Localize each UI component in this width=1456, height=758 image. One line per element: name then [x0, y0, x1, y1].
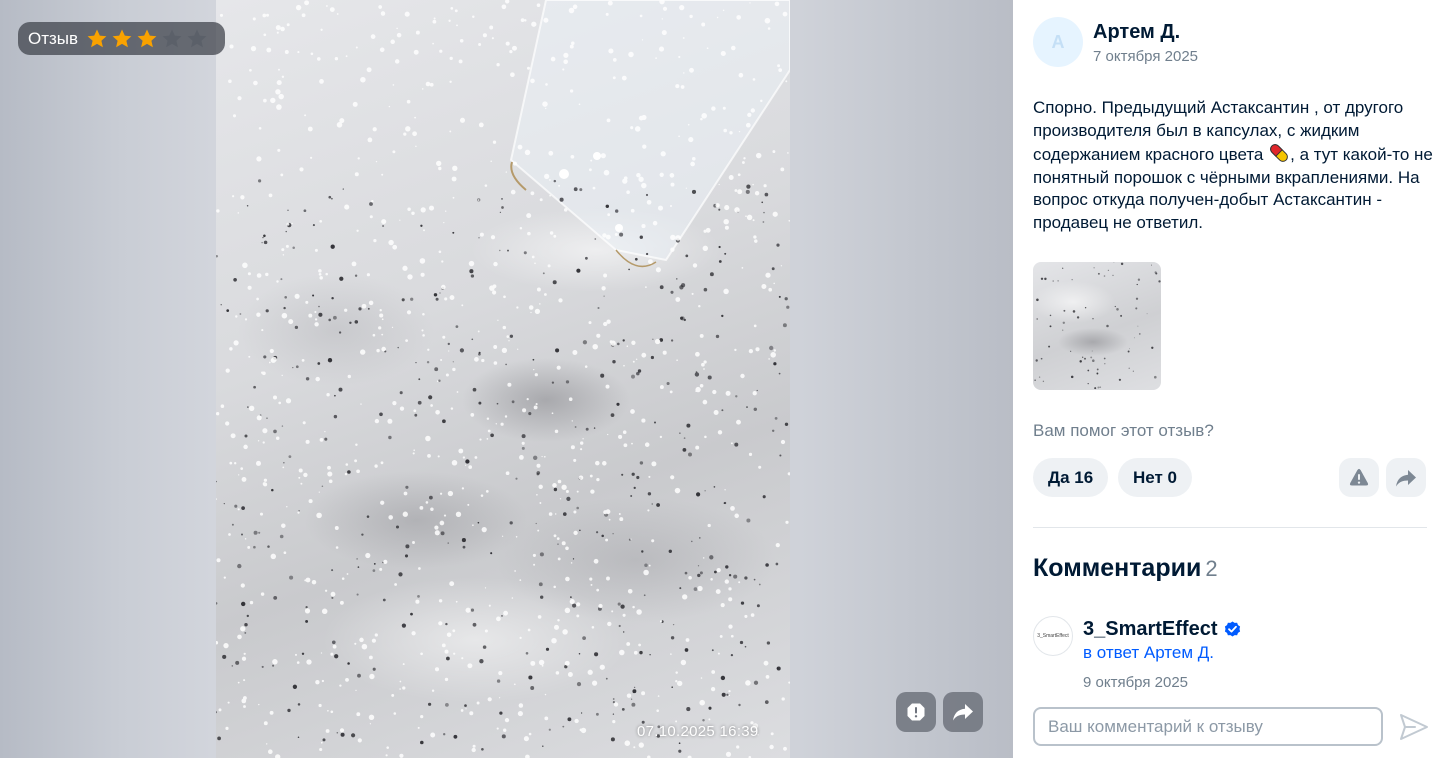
photo-timestamp: 07.10.2025 16:39	[637, 723, 759, 740]
comment-input[interactable]	[1033, 707, 1383, 746]
send-icon	[1400, 714, 1428, 740]
star-filled-icon	[112, 29, 132, 47]
share-review-button[interactable]	[1386, 458, 1426, 497]
star-rating	[86, 28, 208, 50]
author-name[interactable]: Артем Д.	[1093, 21, 1198, 44]
media-viewer: Отзыв 07.10.2025 16:39	[0, 0, 1013, 758]
review-author: А Артем Д. 7 октября 2025	[1033, 17, 1198, 67]
media-actions	[896, 692, 983, 732]
comments-count: 2	[1205, 556, 1218, 581]
comment-avatar[interactable]: 3_SmartEffect	[1033, 616, 1073, 656]
reply-to-link[interactable]: в ответ Артем Д.	[1083, 643, 1214, 663]
share-button[interactable]	[943, 692, 983, 732]
helpful-yes-button[interactable]: Да 16	[1033, 458, 1109, 497]
author-meta: Артем Д. 7 октября 2025	[1093, 21, 1198, 65]
review-photo-thumbnail[interactable]	[1033, 262, 1161, 390]
pill-icon	[1270, 144, 1289, 163]
rating-badge: Отзыв	[18, 22, 225, 55]
report-button[interactable]	[896, 692, 936, 732]
rating-label: Отзыв	[28, 28, 79, 48]
divider	[1033, 527, 1427, 528]
star-empty-icon	[162, 29, 182, 47]
share-icon	[1396, 469, 1416, 486]
send-comment-button[interactable]	[1394, 707, 1434, 747]
review-date: 7 октября 2025	[1093, 48, 1198, 65]
comment-date: 9 октября 2025	[1083, 674, 1188, 691]
avatar[interactable]: А	[1033, 17, 1083, 67]
verified-icon	[1224, 621, 1240, 637]
helpful-no-button[interactable]: Нет 0	[1118, 458, 1193, 497]
star-filled-icon	[137, 29, 157, 47]
powder-texture	[216, 0, 790, 758]
review-panel: А Артем Д. 7 октября 2025 Спорно. Предыд…	[1013, 0, 1456, 758]
review-photo	[216, 0, 790, 758]
helpful-question: Вам помог этот отзыв?	[1033, 421, 1214, 440]
thumbnail-texture	[1034, 262, 1161, 390]
comment-author-row: 3_SmartEffect	[1083, 618, 1241, 641]
review-text: Спорно. Предыдущий Астаксантин , от друг…	[1033, 97, 1437, 235]
report-icon	[907, 703, 925, 721]
vote-row: Да 16 Нет 0	[1033, 458, 1427, 497]
share-icon	[953, 704, 973, 721]
report-icon	[1349, 468, 1369, 485]
comment-author[interactable]: 3_SmartEffect	[1083, 618, 1218, 641]
comments-title: Комментарии	[1033, 554, 1202, 582]
report-review-button[interactable]	[1339, 458, 1379, 497]
star-filled-icon	[87, 29, 107, 47]
star-empty-icon	[187, 29, 207, 47]
comments-heading: Комментарии 2	[1033, 554, 1218, 583]
